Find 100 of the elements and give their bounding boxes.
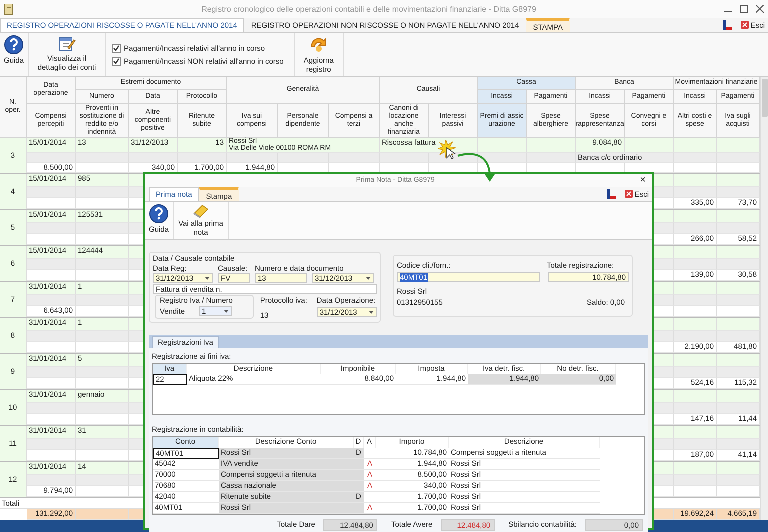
table-cell: [527, 138, 576, 153]
table-cell: [27, 331, 76, 342]
table-cell: [27, 367, 76, 378]
table-cell: [76, 163, 129, 173]
table-cell: [478, 153, 527, 163]
table-cell: [674, 246, 717, 259]
help-icon[interactable]: [4, 35, 24, 55]
table-cell: [674, 390, 717, 403]
flag-icon: [606, 189, 616, 199]
table-cell: [129, 153, 178, 163]
table-cell: [27, 450, 76, 461]
close-button[interactable]: ×: [640, 175, 646, 186]
exit-icon: [740, 21, 749, 29]
table-cell: [717, 295, 760, 306]
table-cell: [674, 475, 717, 486]
table-cell: [717, 153, 760, 163]
window-title: Registro cronologico delle operazioni contabili e delle movimentazioni finanziarie - Ditta G8979: [200, 4, 538, 14]
exit-icon: [624, 190, 633, 198]
table-cell: [227, 153, 278, 163]
table-cell: [76, 475, 129, 486]
table-cell: [717, 331, 760, 342]
table-cell: [674, 367, 717, 378]
table-cell: [76, 331, 129, 342]
table-cell: [717, 403, 760, 414]
table-cell: [717, 223, 760, 234]
table-cell: [717, 318, 760, 331]
checkbox[interactable]: [112, 56, 122, 66]
table-cell: [625, 138, 674, 153]
maximize-icon[interactable]: [740, 5, 748, 13]
table-cell: [717, 390, 760, 403]
checkbox[interactable]: [112, 44, 122, 52]
table-cell: [674, 259, 717, 270]
table-cell: [76, 153, 129, 163]
table-cell: [674, 439, 717, 450]
table-cell: [76, 295, 129, 306]
table-cell: [27, 187, 76, 198]
caret-icon: [224, 310, 230, 312]
help-icon[interactable]: [149, 204, 169, 224]
table-cell: [27, 414, 76, 425]
table-cell: [380, 153, 429, 163]
table-cell: [674, 153, 717, 163]
table-cell: [27, 270, 76, 281]
table-cell: [674, 403, 717, 414]
table-cell: [717, 475, 760, 486]
table-cell: [27, 198, 76, 209]
close-icon[interactable]: [756, 5, 764, 13]
table-cell: [27, 234, 76, 245]
table-cell: [674, 426, 717, 439]
table-cell: [674, 138, 717, 153]
caret-icon: [205, 276, 210, 280]
table-cell: [27, 342, 76, 353]
table-cell: [76, 187, 129, 198]
table-cell: [76, 367, 129, 378]
table-cell: [278, 153, 329, 163]
table-cell: [717, 439, 760, 450]
table-cell: [717, 138, 760, 153]
table-cell: [27, 475, 76, 486]
table-cell: [27, 295, 76, 306]
table-cell: [178, 153, 227, 163]
table-cell: [717, 174, 760, 187]
table-cell: [674, 163, 717, 173]
table-cell: [478, 138, 527, 153]
table-cell: [674, 306, 717, 317]
table-cell: [674, 223, 717, 234]
table-cell: [527, 153, 576, 163]
table-cell: [27, 403, 76, 414]
table-cell: [717, 210, 760, 223]
caret-icon: [369, 310, 374, 314]
table-cell: [674, 318, 717, 331]
table-cell: [717, 306, 760, 317]
table-cell: [717, 259, 760, 270]
table-cell: [27, 439, 76, 450]
scrollbar[interactable]: [760, 77, 768, 520]
table-cell: [717, 282, 760, 295]
caret-icon: [366, 276, 371, 280]
table-cell: [717, 163, 760, 173]
table-cell: [674, 210, 717, 223]
table-cell: [674, 486, 717, 497]
table-cell: [76, 223, 129, 234]
table-cell: [717, 246, 760, 259]
app-icon: [4, 4, 14, 14]
table-cell: [76, 439, 129, 450]
table-cell: [27, 223, 76, 234]
table-cell: [674, 282, 717, 295]
table-cell: [76, 509, 129, 520]
cursor-icon: [438, 140, 457, 160]
table-cell: [27, 259, 76, 270]
table-cell: [76, 259, 129, 270]
table-cell: [717, 367, 760, 378]
table-cell: [27, 153, 76, 163]
table-cell: [674, 295, 717, 306]
table-cell: [674, 462, 717, 475]
table-cell: [717, 187, 760, 198]
flag-icon: [722, 20, 732, 30]
table-cell: [674, 354, 717, 367]
table-cell: [27, 378, 76, 389]
table-cell: [717, 462, 760, 475]
table-cell: [717, 426, 760, 439]
table-cell: [329, 153, 380, 163]
table-cell: [674, 331, 717, 342]
